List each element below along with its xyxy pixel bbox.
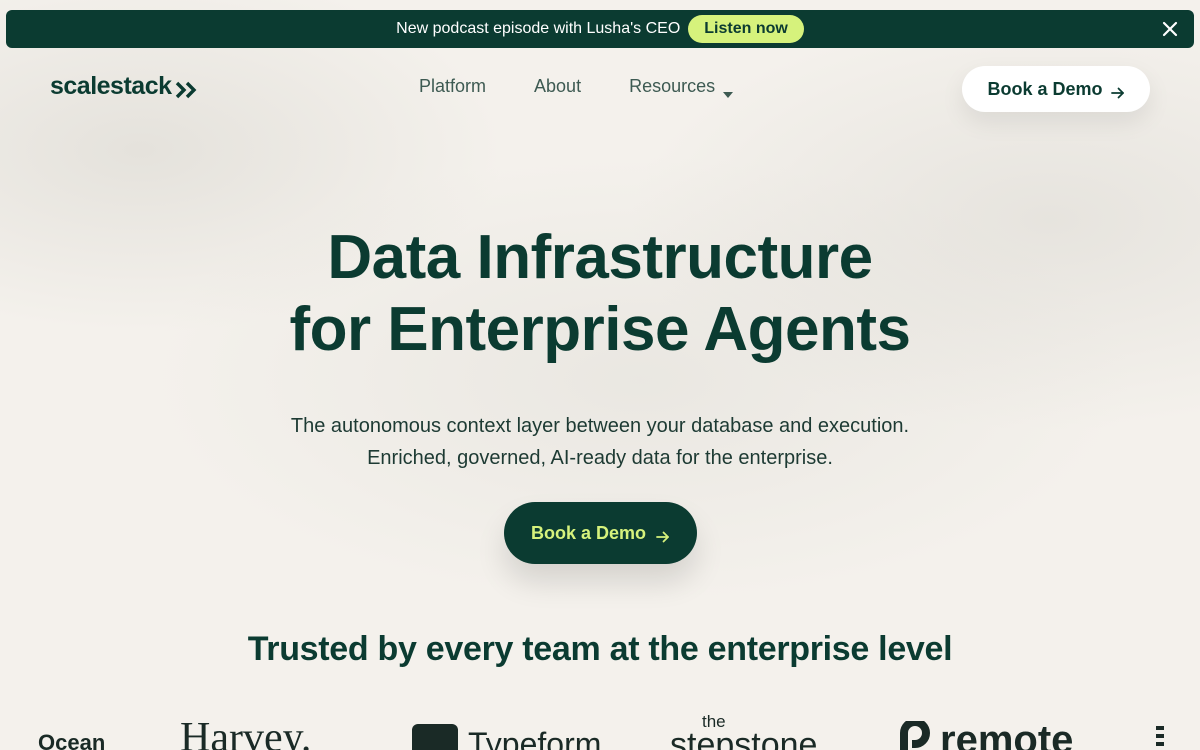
trusted-heading: Trusted by every team at the enterprise … xyxy=(247,630,953,668)
logo-typeform: Typeform xyxy=(412,724,601,750)
arrow-right-icon xyxy=(656,527,670,543)
customer-logos: Ocean Harvey. Typeform the stepstone rem… xyxy=(0,704,1200,750)
main-nav: Platform About Resources xyxy=(419,76,734,98)
double-chevron-right-icon xyxy=(174,78,198,98)
logo-stepstone-main: stepstone xyxy=(670,726,818,750)
typeform-mark-icon xyxy=(412,724,458,750)
header-book-demo-label: Book a Demo xyxy=(987,78,1103,99)
remote-mark-icon xyxy=(898,717,932,750)
hero-book-demo-label: Book a Demo xyxy=(530,522,647,543)
nav-item-label: Resources xyxy=(629,76,716,96)
nav-item-resources[interactable]: Resources xyxy=(629,76,734,98)
hero-subtitle: The autonomous context layer between you… xyxy=(0,410,1200,474)
nav-item-platform[interactable]: Platform xyxy=(419,76,486,97)
hero-subtitle-line-2: Enriched, governed, AI-ready data for th… xyxy=(367,447,833,469)
caret-down-icon xyxy=(723,83,734,98)
brand-logo[interactable]: scalestack xyxy=(50,72,198,101)
nav-item-label: Platform xyxy=(419,76,487,96)
hero-subtitle-line-1: The autonomous context layer between you… xyxy=(290,415,910,437)
logo-partial xyxy=(1150,722,1180,750)
listen-now-button[interactable]: Listen now xyxy=(688,15,804,43)
brand-logo-text: scalestack xyxy=(50,72,172,100)
hero-title: Data Infrastructure for Enterprise Agent… xyxy=(0,222,1200,366)
landing-page: New podcast episode with Lusha's CEO Lis… xyxy=(0,0,1200,750)
close-icon[interactable] xyxy=(1160,19,1180,39)
hero-book-demo-button[interactable]: Book a Demo xyxy=(504,502,697,564)
nav-item-label: About xyxy=(534,76,582,96)
header-book-demo-button[interactable]: Book a Demo xyxy=(962,66,1150,112)
arrow-right-icon xyxy=(1110,83,1125,99)
logo-harvey: Harvey. xyxy=(180,715,312,750)
logo-remote-text: remote xyxy=(940,718,1074,750)
partial-logo-icon xyxy=(1156,726,1164,746)
logo-typeform-text: Typeform xyxy=(468,725,602,750)
logo-ocean: Ocean xyxy=(38,730,106,750)
announcement-bar: New podcast episode with Lusha's CEO Lis… xyxy=(6,10,1194,48)
logo-remote: remote xyxy=(898,717,1074,750)
nav-item-about[interactable]: About xyxy=(534,76,581,97)
hero-title-line-1: Data Infrastructure xyxy=(327,223,873,292)
hero-title-line-2: for Enterprise Agents xyxy=(289,295,911,364)
announcement-text: New podcast episode with Lusha's CEO xyxy=(396,20,681,37)
